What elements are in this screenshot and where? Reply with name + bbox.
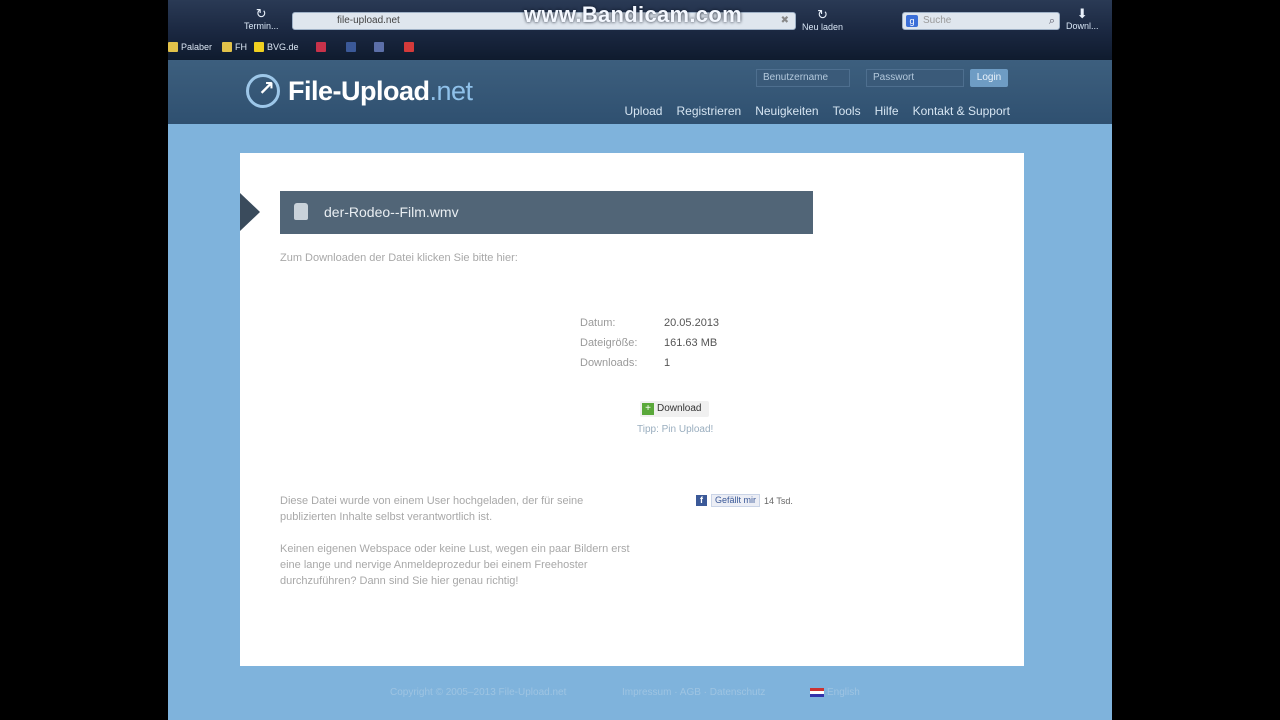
bookmarks-bar: Palaber FH BVG.de [168,38,1112,58]
nav-register[interactable]: Registrieren [676,104,741,118]
info-row-size: Dateigröße: 161.63 MB [580,337,718,349]
bookmark-icon [168,42,178,52]
nav-contact[interactable]: Kontakt & Support [913,104,1010,118]
browser-toolbar: ↻ Termin... file-upload.net ✖ www.Bandic… [168,0,1112,60]
main-navigation: Upload Registrieren Neuigkeiten Tools Hi… [624,104,1010,118]
bookmark-item[interactable]: BVG.de [254,42,299,52]
footer-copyright: Copyright © 2005–2013 File-Upload.net [390,687,567,698]
nav-upload[interactable]: Upload [624,104,662,118]
search-box[interactable]: g Suche ⌕ [902,12,1060,30]
search-placeholder: Suche [923,15,952,26]
username-field[interactable]: Benutzername [756,69,850,87]
file-icon [294,203,308,220]
bookmark-label: BVG.de [267,42,299,52]
info-row-date: Datum: 20.05.2013 [580,317,720,329]
footer-language[interactable]: English [810,687,860,698]
bookmark-icon [346,42,356,52]
bookmark-item[interactable]: Palaber [168,42,212,52]
file-info-table: Datum: 20.05.2013 Dateigröße: 161.63 MB … [580,317,719,377]
bookmark-item[interactable] [374,42,384,52]
download-arrow-icon: ⬇ [1076,6,1088,21]
promo-text: Keinen eigenen Webspace oder keine Lust,… [280,543,630,587]
bookmark-item[interactable] [346,42,356,52]
file-title-bar: der-Rodeo--Film.wmv [280,191,813,234]
address-url: file-upload.net [337,15,400,26]
info-row-downloads: Downloads: 1 [580,357,671,369]
downloads-button[interactable]: ⬇ Downl... [1066,6,1099,32]
site-logo[interactable]: ↗ File-Upload.net [246,74,473,108]
nav-help[interactable]: Hilfe [875,104,899,118]
history-icon: ↻ [255,6,267,21]
logo-main-text: File-Upload [288,75,430,106]
bookmark-item[interactable] [316,42,326,52]
bookmark-label: FH [235,42,247,52]
download-panel: der-Rodeo--Film.wmv Zum Downloaden der D… [240,153,1024,666]
bookmark-icon [222,42,232,52]
recording-watermark: www.Bandicam.com [524,2,742,27]
bookmark-item[interactable]: FH [222,42,247,52]
download-plus-icon: + [642,403,654,415]
download-intro-text: Zum Downloaden der Datei klicken Sie bit… [280,252,518,264]
facebook-like-count: 14 Tsd. [764,495,793,506]
login-button[interactable]: Login [970,69,1008,87]
password-field[interactable]: Passwort [866,69,964,87]
bookmark-icon [316,42,326,52]
logo-tld-text: .net [429,75,474,106]
bookmark-icon [374,42,384,52]
panel-arrow [240,193,260,231]
facebook-like-label[interactable]: Gefällt mir [711,494,761,507]
site-footer: Copyright © 2005–2013 File-Upload.net Im… [168,684,1112,704]
clear-icon[interactable]: ✖ [781,13,789,29]
search-icon[interactable]: ⌕ [1049,13,1055,29]
site-header: ↗ File-Upload.net Benutzername Passwort … [168,60,1112,124]
google-icon: g [906,15,918,27]
file-name: der-Rodeo--Film.wmv [324,204,459,220]
browser-window: ↻ Termin... file-upload.net ✖ www.Bandic… [168,0,1112,720]
facebook-like[interactable]: f Gefällt mir 14 Tsd. [696,494,793,507]
nav-tools[interactable]: Tools [833,104,861,118]
nav-news[interactable]: Neuigkeiten [755,104,818,118]
bookmark-item[interactable] [404,42,414,52]
reload-button[interactable]: ↻ Neu laden [802,7,843,33]
bookmark-icon [404,42,414,52]
facebook-icon: f [696,495,707,506]
bookmark-label: Palaber [181,42,213,52]
reload-icon: ↻ [817,7,828,22]
logo-arrow-icon: ↗ [246,74,280,108]
footer-links[interactable]: Impressum · AGB · Datenschutz [622,687,765,698]
tipp-link[interactable]: Tipp: Pin Upload! [637,424,713,435]
bookmark-icon [254,42,264,52]
uk-flag-icon [810,687,824,697]
download-button[interactable]: + Download [640,401,710,417]
disclaimer-text: Diese Datei wurde von einem User hochgel… [280,495,584,523]
back-button[interactable]: ↻ Termin... [244,6,279,32]
